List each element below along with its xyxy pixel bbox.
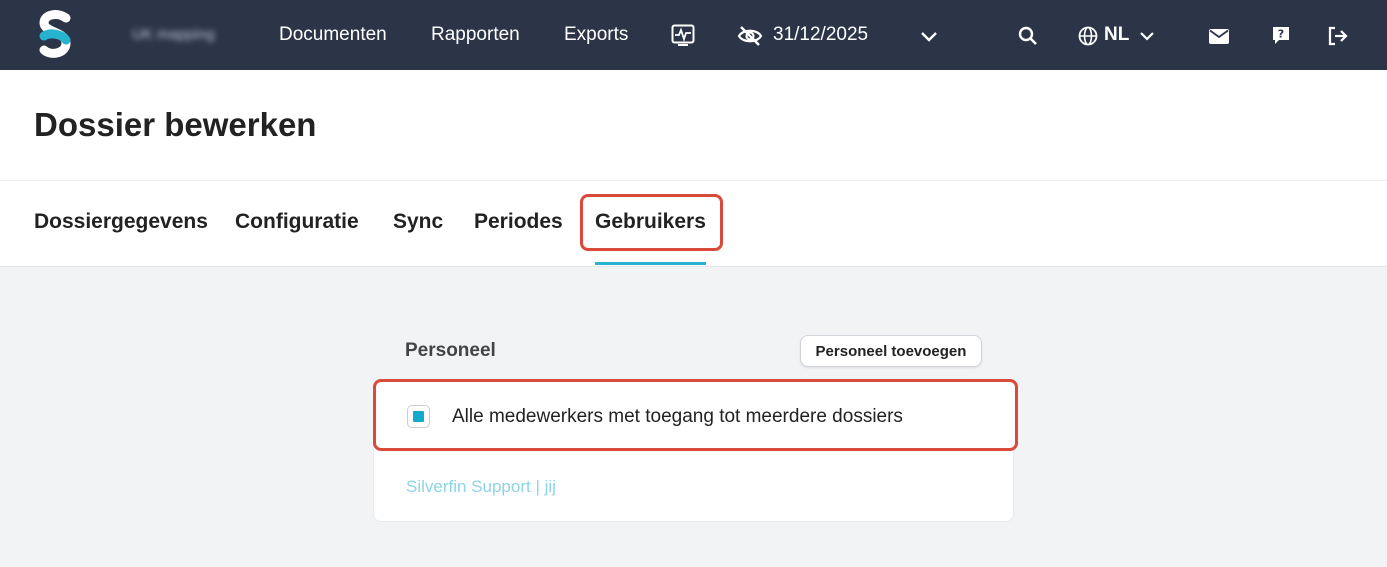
- user-entry[interactable]: Silverfin Support | jij: [406, 477, 556, 497]
- svg-text:?: ?: [1278, 28, 1284, 41]
- logout-icon[interactable]: [1326, 25, 1350, 47]
- tabs-divider: [0, 266, 1387, 267]
- all-employees-checkbox[interactable]: [407, 405, 430, 428]
- monitor-activity-icon[interactable]: [670, 22, 696, 48]
- language-selector[interactable]: NL: [1104, 24, 1129, 46]
- header-divider: [0, 180, 1387, 181]
- organization-name[interactable]: UK mapping: [132, 26, 215, 43]
- tab-sync[interactable]: Sync: [393, 210, 443, 234]
- active-tab-indicator: [595, 262, 706, 265]
- add-personnel-button[interactable]: Personeel toevoegen: [800, 335, 982, 367]
- language-chevron-down-icon[interactable]: [1137, 27, 1157, 45]
- nav-rapporten[interactable]: Rapporten: [431, 24, 520, 46]
- eye-slash-icon[interactable]: [736, 24, 764, 48]
- nav-exports[interactable]: Exports: [564, 24, 628, 46]
- tab-configuratie[interactable]: Configuratie: [235, 210, 359, 234]
- tab-periodes[interactable]: Periodes: [474, 210, 563, 234]
- all-employees-label[interactable]: Alle medewerkers met toegang tot meerder…: [452, 406, 903, 428]
- period-date[interactable]: 31/12/2025: [773, 24, 868, 46]
- personnel-section-title: Personeel: [405, 340, 496, 361]
- top-navigation-bar: UK mapping Documenten Rapporten Exports …: [0, 0, 1387, 70]
- chevron-down-icon[interactable]: [918, 26, 940, 46]
- page-title: Dossier bewerken: [34, 106, 317, 143]
- tab-dossiergegevens[interactable]: Dossiergegevens: [34, 210, 208, 234]
- tab-gebruikers-highlight: [580, 194, 723, 251]
- silverfin-logo-icon[interactable]: [36, 10, 76, 60]
- globe-icon[interactable]: [1077, 25, 1099, 47]
- checkbox-checked-indicator: [413, 411, 424, 422]
- mail-icon[interactable]: [1208, 26, 1230, 46]
- help-icon[interactable]: ?: [1270, 24, 1292, 46]
- nav-documenten[interactable]: Documenten: [279, 24, 387, 46]
- search-icon[interactable]: [1016, 24, 1040, 48]
